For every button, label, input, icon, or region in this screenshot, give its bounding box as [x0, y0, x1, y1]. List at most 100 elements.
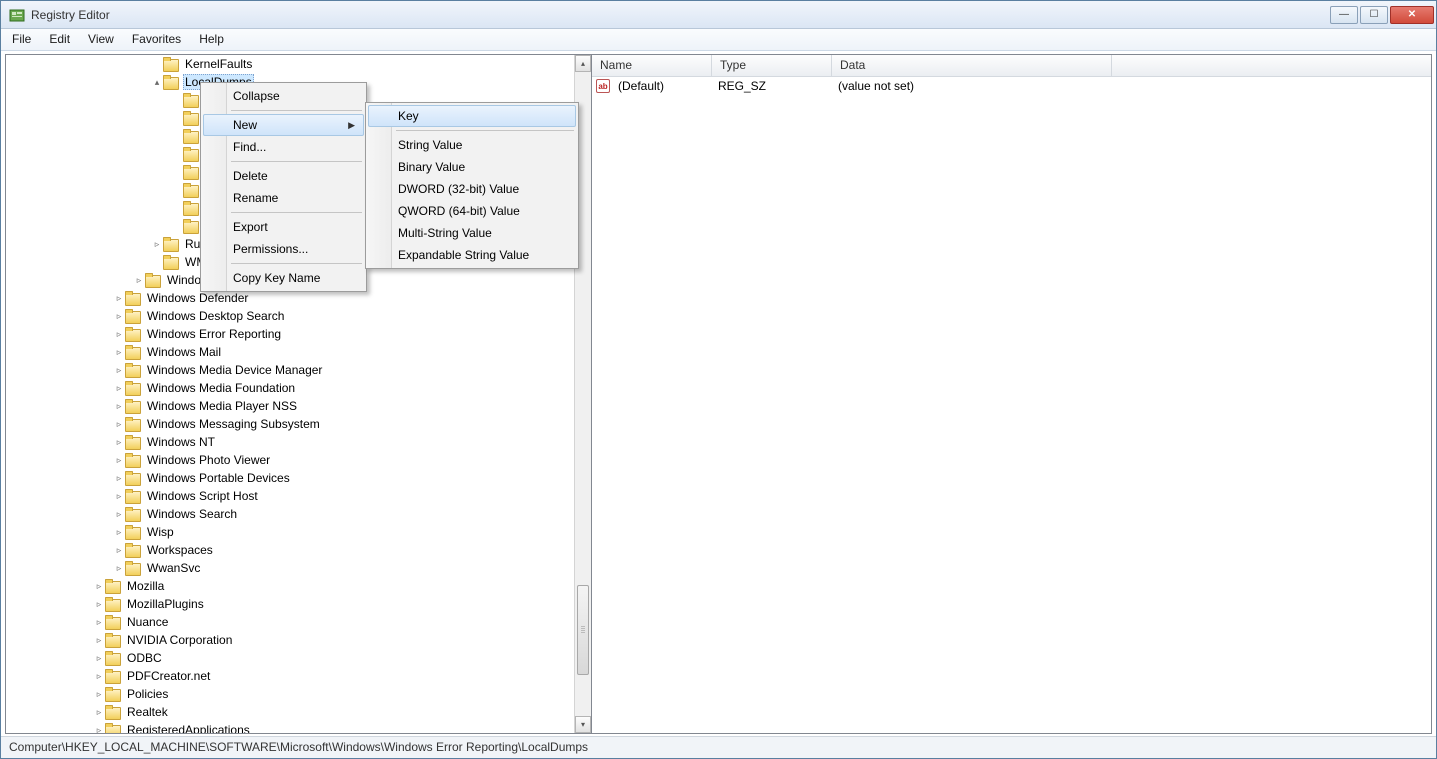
- expander-icon[interactable]: ▹: [113, 473, 125, 484]
- col-name[interactable]: Name: [592, 55, 712, 76]
- tree-node[interactable]: ▹RegisteredApplications: [6, 721, 591, 733]
- tree-node-label: Mozilla: [125, 579, 166, 593]
- tree-node[interactable]: ▹Windows Photo Viewer: [6, 451, 591, 469]
- expander-icon[interactable]: ▹: [113, 347, 125, 358]
- expander-icon[interactable]: ▹: [113, 401, 125, 412]
- values-rows[interactable]: ab(Default)REG_SZ(value not set): [592, 77, 1431, 733]
- expander-icon[interactable]: ▹: [113, 293, 125, 304]
- menu-favorites[interactable]: Favorites: [123, 29, 190, 50]
- expander-icon[interactable]: ▹: [113, 563, 125, 574]
- context-submenu-new[interactable]: Key String ValueBinary ValueDWORD (32-bit…: [365, 102, 579, 269]
- tree-node[interactable]: ▹PDFCreator.net: [6, 667, 591, 685]
- context-menu-separator: [231, 161, 362, 162]
- expander-icon[interactable]: ▹: [93, 653, 105, 664]
- tree-node[interactable]: KernelFaults: [6, 55, 591, 73]
- folder-icon: [163, 57, 179, 71]
- expander-icon[interactable]: ▹: [93, 671, 105, 682]
- context-menu-item[interactable]: Key: [368, 105, 576, 127]
- tree-node[interactable]: ▹Policies: [6, 685, 591, 703]
- tree-node[interactable]: ▹ODBC: [6, 649, 591, 667]
- cell-name: (Default): [610, 78, 710, 94]
- context-menu-item[interactable]: DWORD (32-bit) Value: [368, 178, 576, 200]
- folder-icon: [183, 219, 199, 233]
- expander-icon[interactable]: ▹: [113, 311, 125, 322]
- tree-node[interactable]: ▹Windows Desktop Search: [6, 307, 591, 325]
- tree-node[interactable]: ▹Realtek: [6, 703, 591, 721]
- tree-node[interactable]: ▹Windows Media Device Manager: [6, 361, 591, 379]
- expander-icon[interactable]: ▹: [133, 275, 145, 286]
- value-row[interactable]: ab(Default)REG_SZ(value not set): [592, 77, 1431, 95]
- tree-node-label: Windows Media Foundation: [145, 381, 297, 395]
- menu-help[interactable]: Help: [190, 29, 233, 50]
- expander-icon[interactable]: ▹: [113, 455, 125, 466]
- context-menu-item[interactable]: Multi-String Value: [368, 222, 576, 244]
- expander-icon[interactable]: ▹: [93, 725, 105, 734]
- expander-icon[interactable]: ▹: [113, 545, 125, 556]
- tree-node[interactable]: ▹MozillaPlugins: [6, 595, 591, 613]
- maximize-button[interactable]: ☐: [1360, 6, 1388, 24]
- context-menu-item[interactable]: Export: [203, 216, 364, 238]
- scroll-down-button[interactable]: ▾: [575, 716, 591, 733]
- expander-icon[interactable]: ▹: [113, 365, 125, 376]
- tree-node[interactable]: ▹Workspaces: [6, 541, 591, 559]
- expander-icon[interactable]: ▹: [113, 383, 125, 394]
- menu-view[interactable]: View: [79, 29, 123, 50]
- context-menu-item[interactable]: Permissions...: [203, 238, 364, 260]
- tree-node[interactable]: ▹Windows Messaging Subsystem: [6, 415, 591, 433]
- folder-icon: [183, 147, 199, 161]
- close-button[interactable]: ✕: [1390, 6, 1434, 24]
- tree-node[interactable]: ▹Windows Mail: [6, 343, 591, 361]
- context-menu-item[interactable]: Collapse: [203, 85, 364, 107]
- expander-icon[interactable]: ▹: [151, 239, 163, 250]
- menu-edit[interactable]: Edit: [40, 29, 79, 50]
- context-menu-item[interactable]: New▶: [203, 114, 364, 136]
- tree-node[interactable]: ▹ Mozilla: [6, 577, 591, 595]
- tree-node-label: Windows NT: [145, 435, 217, 449]
- expander-icon[interactable]: ▹: [93, 581, 105, 592]
- values-header[interactable]: Name Type Data: [592, 55, 1431, 77]
- expander-icon[interactable]: ▹: [93, 635, 105, 646]
- expander-icon[interactable]: ▹: [113, 527, 125, 538]
- tree-node[interactable]: ▹ Windows NT: [6, 433, 591, 451]
- tree-node[interactable]: ▹Windows Portable Devices: [6, 469, 591, 487]
- expander-icon[interactable]: ▹: [93, 707, 105, 718]
- tree-node[interactable]: ▹NVIDIA Corporation: [6, 631, 591, 649]
- minimize-button[interactable]: —: [1330, 6, 1358, 24]
- context-menu-item[interactable]: Delete: [203, 165, 364, 187]
- expander-icon[interactable]: ▹: [113, 437, 125, 448]
- expander-icon[interactable]: ▹: [113, 509, 125, 520]
- folder-icon: [125, 489, 141, 503]
- folder-icon: [105, 705, 121, 719]
- context-menu-item[interactable]: Expandable String Value: [368, 244, 576, 266]
- expander-icon[interactable]: ▹: [93, 599, 105, 610]
- tree-node[interactable]: ▹ Windows Media Foundation: [6, 379, 591, 397]
- tree-node-label: Windows Error Reporting: [145, 327, 283, 341]
- cell-data: (value not set): [830, 78, 922, 94]
- context-menu-item[interactable]: String Value: [368, 134, 576, 156]
- expander-icon[interactable]: ▹: [113, 329, 125, 340]
- menu-file[interactable]: File: [3, 29, 40, 50]
- expander-icon[interactable]: ▴: [151, 77, 163, 88]
- context-menu-item[interactable]: Binary Value: [368, 156, 576, 178]
- tree-node[interactable]: ▹ Windows Error Reporting: [6, 325, 591, 343]
- tree-node[interactable]: ▹WwanSvc: [6, 559, 591, 577]
- context-menu[interactable]: Collapse New▶Find... DeleteRename ExportPer…: [200, 82, 367, 292]
- context-menu-item[interactable]: Find...: [203, 136, 364, 158]
- tree-node[interactable]: ▹Windows Media Player NSS: [6, 397, 591, 415]
- context-menu-item[interactable]: Copy Key Name: [203, 267, 364, 289]
- context-menu-item[interactable]: QWORD (64-bit) Value: [368, 200, 576, 222]
- tree-node[interactable]: ▹Nuance: [6, 613, 591, 631]
- tree-node[interactable]: ▹Windows Search: [6, 505, 591, 523]
- tree-node[interactable]: ▹Windows Script Host: [6, 487, 591, 505]
- tree-node[interactable]: ▹Wisp: [6, 523, 591, 541]
- expander-icon[interactable]: ▹: [93, 689, 105, 700]
- scroll-thumb[interactable]: [577, 585, 589, 675]
- col-type[interactable]: Type: [712, 55, 832, 76]
- scroll-up-button[interactable]: ▴: [575, 55, 591, 72]
- expander-icon[interactable]: ▹: [93, 617, 105, 628]
- expander-icon[interactable]: ▹: [113, 491, 125, 502]
- context-menu-item[interactable]: Rename: [203, 187, 364, 209]
- col-data[interactable]: Data: [832, 55, 1112, 76]
- expander-icon[interactable]: ▹: [113, 419, 125, 430]
- folder-icon: [105, 615, 121, 629]
